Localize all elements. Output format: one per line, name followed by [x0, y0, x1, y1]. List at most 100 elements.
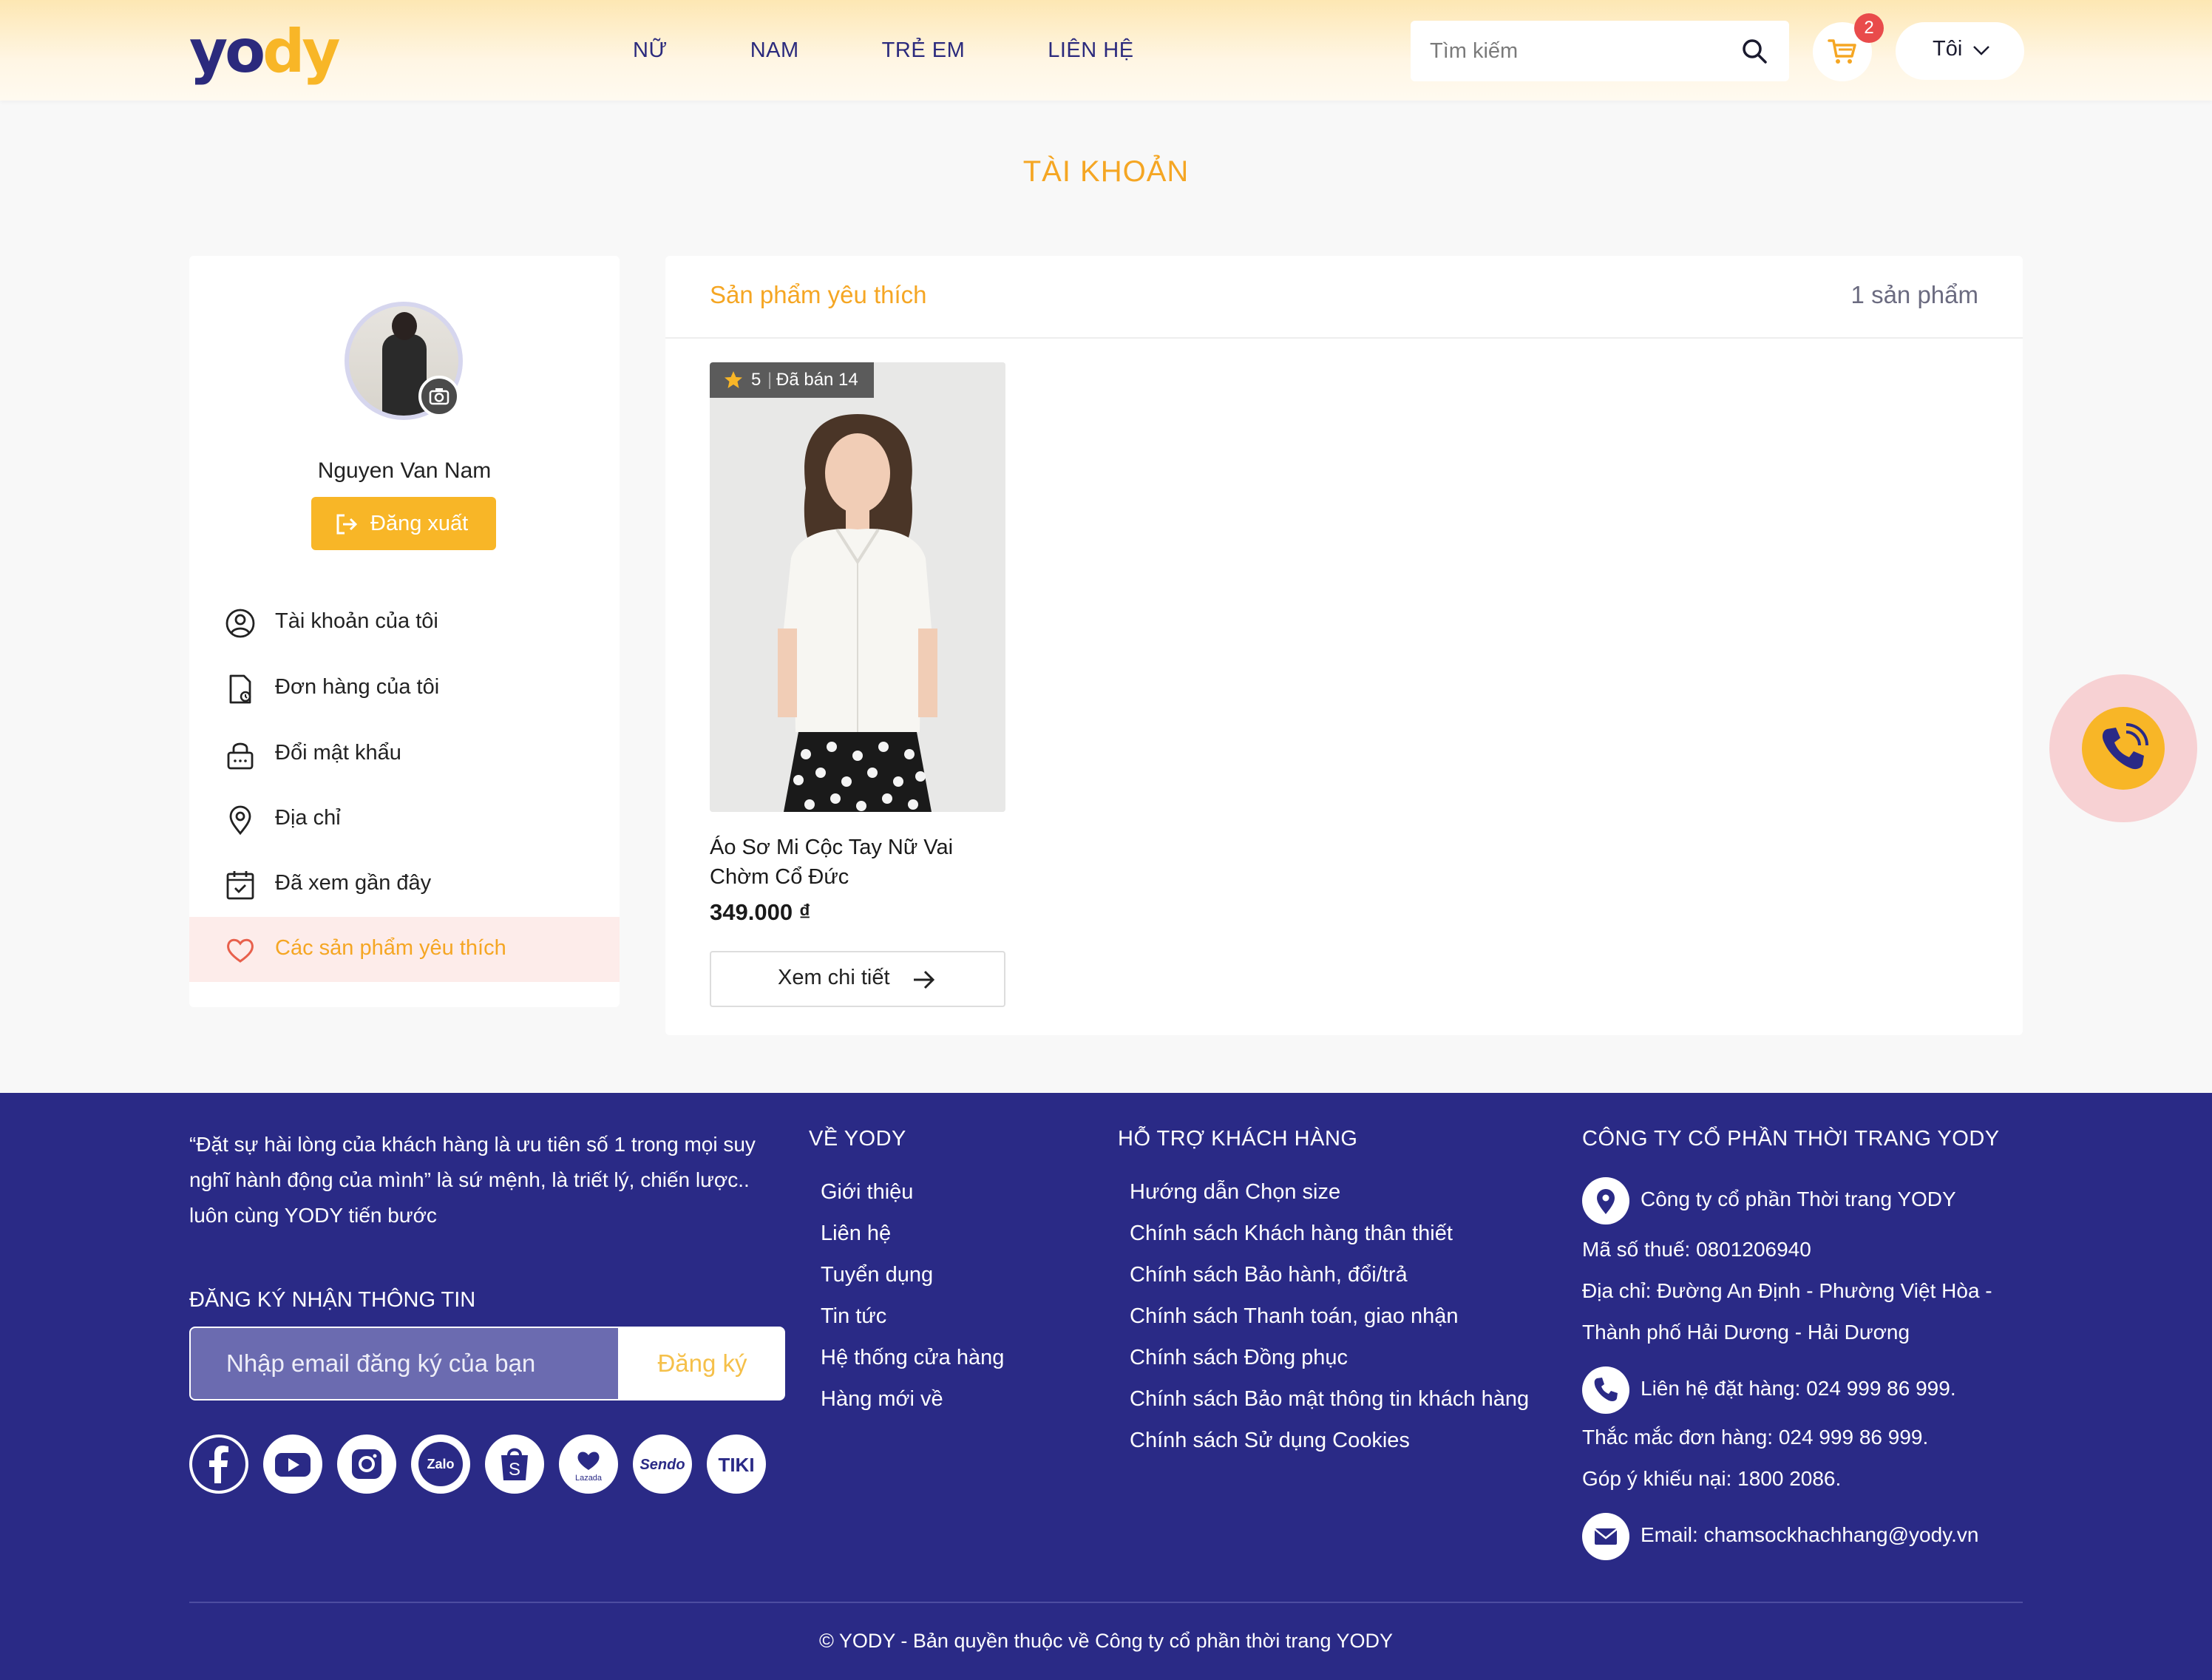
wishlist-title: Sản phẩm yêu thích — [710, 281, 927, 308]
star-icon — [725, 371, 742, 388]
search-icon[interactable] — [1740, 37, 1768, 65]
menu-label: Đổi mật khẩu — [275, 741, 401, 765]
cart-icon — [1828, 39, 1856, 64]
logo-letter: o — [225, 17, 265, 86]
product-name[interactable]: Áo Sơ Mi Cộc Tay Nữ Vai Chờm Cổ Đức — [710, 833, 1005, 892]
shopee-icon[interactable]: S — [485, 1435, 544, 1494]
subscribe-button[interactable]: Đăng ký — [618, 1328, 784, 1399]
search-input[interactable] — [1430, 33, 1726, 70]
lazada-icon[interactable]: Lazada — [559, 1435, 618, 1494]
menu-label: Các sản phẩm yêu thích — [275, 936, 506, 960]
logo-letter: d — [262, 17, 305, 86]
footer-quote: “Đặt sự hài lòng của khách hàng là ưu ti… — [189, 1133, 756, 1227]
subscribe-email-input[interactable] — [191, 1328, 618, 1399]
nav-men[interactable]: NAM — [750, 35, 799, 65]
tax-code: Mã số thuế: 0801206940 — [1582, 1238, 1811, 1261]
lock-icon — [227, 742, 254, 770]
address-line-2: Thành phố Hải Dương - Hải Dương — [1582, 1321, 1910, 1344]
view-details-button[interactable]: Xem chi tiết — [710, 951, 1005, 1007]
svg-text:TIKI: TIKI — [718, 1454, 754, 1476]
heart-icon — [227, 938, 254, 963]
menu-change-password[interactable]: Đổi mật khẩu — [189, 722, 620, 787]
footer-link[interactable]: Hướng dẫn Chọn size — [1130, 1180, 1340, 1205]
change-avatar-button[interactable] — [418, 376, 460, 417]
copyright: © YODY - Bản quyền thuộc về Công ty cổ p… — [818, 1630, 1394, 1652]
order-document-icon — [229, 674, 251, 704]
nav-contact[interactable]: LIÊN HỆ — [1048, 35, 1133, 65]
svg-text:Lazada: Lazada — [575, 1474, 603, 1483]
footer-link[interactable]: Tuyển dụng — [821, 1263, 933, 1287]
logout-icon — [336, 514, 358, 535]
wishlist-header: Sản phẩm yêu thích 1 sản phẩm — [665, 256, 2023, 339]
nav-women[interactable]: NỮ — [633, 35, 668, 65]
company-name: Công ty cổ phần Thời trang YODY — [1641, 1188, 1956, 1210]
user-name: Nguyen Van Nam — [317, 458, 492, 483]
footer-link[interactable]: Chính sách Thanh toán, giao nhận — [1130, 1304, 1458, 1329]
logout-button[interactable]: Đăng xuất — [311, 497, 496, 550]
account-sidebar: Nguyen Van Nam Đăng xuất Tài khoản của t… — [189, 256, 620, 1007]
menu-address[interactable]: Địa chỉ — [189, 787, 620, 852]
user-menu-button[interactable]: Tôi — [1896, 22, 2024, 80]
footer-link[interactable]: Chính sách Sử dụng Cookies — [1130, 1429, 1410, 1453]
sendo-icon[interactable]: Sendo — [633, 1435, 692, 1494]
logo-letter: y — [302, 17, 340, 86]
rating-divider: | — [767, 370, 773, 390]
footer-link[interactable]: Hệ thống cửa hàng — [821, 1346, 1004, 1370]
wishlist-count: 1 sản phẩm — [1850, 281, 1978, 308]
address-line-1: Địa chỉ: Đường An Định - Phường Việt Hòa… — [1582, 1279, 1992, 1302]
site-header: y o d y NỮ NAM TRẺ EM LIÊN HỆ 2 Tôi — [0, 0, 2212, 101]
mail-icon — [1582, 1513, 1629, 1560]
location-pin-icon — [229, 805, 251, 836]
search-box — [1411, 21, 1789, 81]
user-circle-icon — [225, 609, 255, 638]
menu-label: Địa chỉ — [275, 806, 341, 830]
company-title: CÔNG TY CỔ PHẦN THỜI TRANG YODY — [1582, 1127, 2000, 1151]
support-email[interactable]: Email: chamsockhachhang@yody.vn — [1641, 1523, 1978, 1547]
cart-button[interactable]: 2 — [1813, 13, 1884, 81]
arrow-right-icon — [914, 970, 935, 989]
footer-divider — [189, 1602, 2023, 1603]
footer-link[interactable]: Chính sách Bảo mật thông tin khách hàng — [1130, 1387, 1529, 1412]
site-footer: “Đặt sự hài lòng của khách hàng là ưu ti… — [0, 1093, 2212, 1680]
instagram-icon[interactable] — [337, 1435, 396, 1494]
footer-link[interactable]: Chính sách Đồng phục — [1130, 1346, 1348, 1370]
rating-value: 5 — [751, 370, 761, 390]
support-title: HỖ TRỢ KHÁCH HÀNG — [1118, 1127, 1358, 1151]
menu-my-orders[interactable]: Đơn hàng của tôi — [189, 656, 620, 721]
user-menu-label: Tôi — [1933, 37, 1963, 61]
menu-recently-viewed[interactable]: Đã xem gần đây — [189, 852, 620, 917]
logo-letter: y — [189, 17, 228, 86]
product-image[interactable]: 5 | Đã bán 14 — [710, 362, 1005, 812]
avatar-photo — [392, 312, 417, 340]
zalo-icon[interactable]: Zalo — [411, 1435, 470, 1494]
menu-favorites[interactable]: Các sản phẩm yêu thích — [189, 917, 620, 982]
phone-icon — [1582, 1366, 1629, 1414]
footer-link[interactable]: Chính sách Khách hàng thân thiết — [1130, 1222, 1453, 1246]
chevron-down-icon — [1973, 46, 1989, 55]
svg-text:Sendo: Sendo — [639, 1457, 685, 1473]
call-hotline-button[interactable] — [2049, 674, 2197, 822]
footer-link[interactable]: Liên hệ — [821, 1222, 891, 1246]
phone-icon — [2102, 723, 2148, 770]
menu-label: Tài khoản của tôi — [275, 609, 438, 633]
footer-link[interactable]: Tin tức — [821, 1304, 886, 1329]
footer-link[interactable]: Giới thiệu — [821, 1180, 913, 1205]
youtube-icon[interactable] — [263, 1435, 322, 1494]
nav-kids[interactable]: TRẺ EM — [882, 35, 966, 65]
wishlist-panel: Sản phẩm yêu thích 1 sản phẩm 5 | Đã bán… — [665, 256, 2023, 1035]
call-button-inner — [2082, 707, 2165, 790]
svg-text:Zalo: Zalo — [427, 1457, 454, 1471]
menu-label: Đơn hàng của tôi — [275, 675, 440, 699]
facebook-icon[interactable] — [189, 1435, 248, 1494]
subscribe-form: Đăng ký — [189, 1327, 785, 1400]
subscribe-title: ĐĂNG KÝ NHẬN THÔNG TIN — [189, 1288, 476, 1312]
footer-link[interactable]: Hàng mới về — [821, 1387, 943, 1412]
product-photo — [710, 362, 1005, 812]
location-pin-icon — [1582, 1177, 1629, 1225]
tiki-icon[interactable]: TIKI — [707, 1435, 766, 1494]
yody-logo[interactable]: y o d y — [189, 17, 341, 86]
footer-link[interactable]: Chính sách Bảo hành, đổi/trả — [1130, 1263, 1408, 1287]
menu-my-account[interactable]: Tài khoản của tôi — [189, 590, 620, 655]
product-price: 349.000 ₫ — [710, 899, 811, 925]
logout-label: Đăng xuất — [370, 512, 469, 535]
